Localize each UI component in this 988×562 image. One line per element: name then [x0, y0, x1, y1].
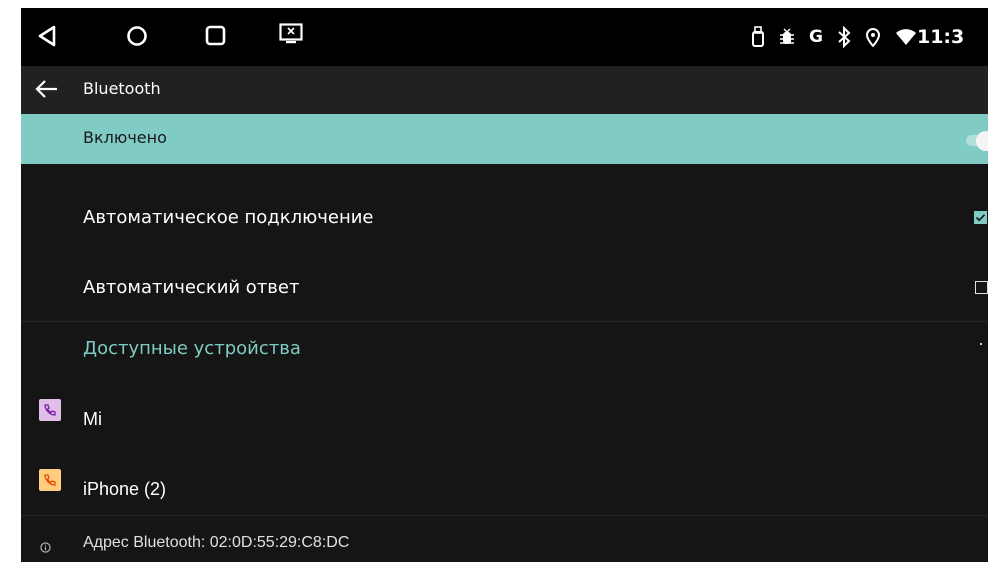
enabled-label: Включено	[83, 128, 167, 147]
bluetooth-enabled-switch-bar[interactable]: Включено	[21, 114, 988, 164]
available-devices-header: Доступные устройства	[83, 338, 301, 359]
android-screen: G 11:3 Bluetooth Включено Mod 34 Автомат…	[21, 8, 988, 562]
status-bar: G 11:3	[21, 8, 988, 66]
home-nav-icon[interactable]	[126, 25, 148, 47]
recents-nav-icon[interactable]	[205, 25, 226, 46]
clock: 11:3	[916, 26, 965, 48]
toggle-switch[interactable]	[976, 131, 988, 151]
scanning-indicator	[980, 343, 982, 345]
auto-connect-label[interactable]: Автоматическое подключение	[83, 207, 374, 228]
phone-icon	[39, 469, 61, 491]
app-bar: Bluetooth	[21, 66, 988, 114]
device-name-iphone[interactable]: iPhone (2)	[83, 479, 166, 500]
auto-answer-label[interactable]: Автоматический ответ	[83, 277, 299, 298]
bluetooth-address: Адрес Bluetooth: 02:0D:55:29:C8:DC	[83, 534, 350, 551]
auto-connect-checkbox[interactable]	[974, 211, 987, 224]
bluetooth-icon	[837, 26, 851, 48]
phone-icon	[39, 399, 61, 421]
device-name-mi[interactable]: Mi	[83, 409, 102, 430]
info-icon	[40, 542, 51, 553]
debug-icon	[779, 27, 795, 47]
auto-answer-checkbox[interactable]	[975, 281, 988, 294]
page-title: Bluetooth	[83, 79, 161, 98]
location-icon	[865, 27, 881, 47]
status-icons: G 11:3	[751, 22, 964, 52]
network-type-label: G	[809, 27, 823, 47]
screenshot-icon[interactable]	[279, 23, 303, 45]
usb-icon	[751, 26, 765, 48]
back-arrow-icon[interactable]	[35, 79, 59, 99]
divider	[21, 321, 988, 322]
back-nav-icon[interactable]	[37, 25, 57, 47]
wifi-icon	[895, 28, 917, 46]
divider	[21, 515, 988, 516]
